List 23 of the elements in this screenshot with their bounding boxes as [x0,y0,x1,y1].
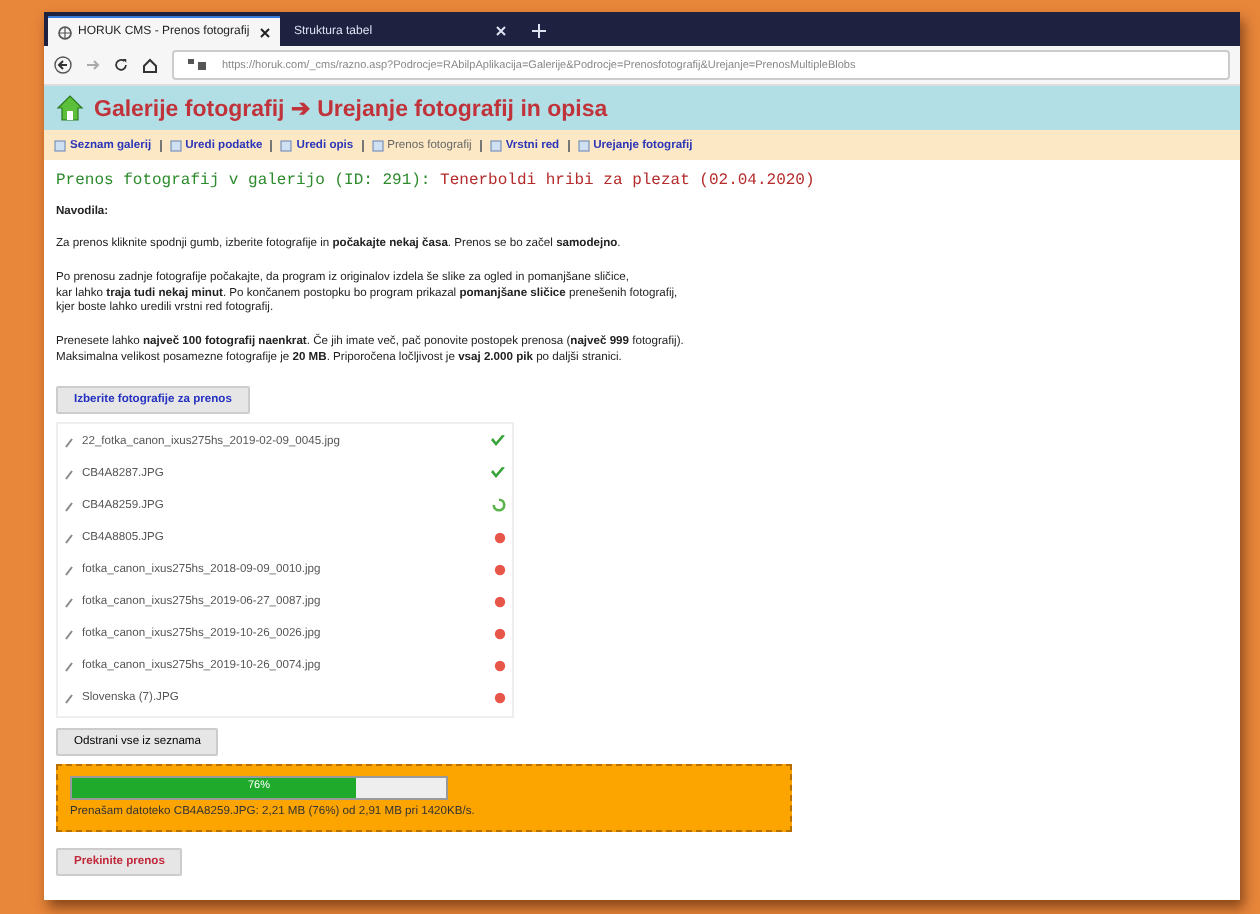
close-icon[interactable] [260,27,270,37]
waiting-icon [494,659,506,672]
waiting-icon [494,627,506,640]
back-icon[interactable] [54,56,72,74]
page-header: Galerije fotografij ➔ Urejanje fotografij in opisa [94,96,608,122]
check-icon [490,434,506,449]
waiting-icon [494,563,506,576]
check-icon [490,466,506,481]
waiting-icon [494,691,506,704]
page-title: Prenos fotografij v galerijo (ID: 291): Tenerboldi hribi za plezat (02.04.2020) [56,172,815,190]
reload-icon[interactable] [114,58,128,72]
page-icon [577,139,590,151]
waiting-icon [494,595,506,608]
house-icon [56,94,84,122]
page-icon [280,139,293,151]
page-icon [169,139,182,151]
spinner-icon [492,498,506,513]
globe-icon [58,25,72,39]
page-icon [489,139,502,151]
home-icon[interactable] [142,57,158,73]
waiting-icon [494,531,506,544]
page-icon [371,139,384,151]
page-icon [54,139,66,151]
